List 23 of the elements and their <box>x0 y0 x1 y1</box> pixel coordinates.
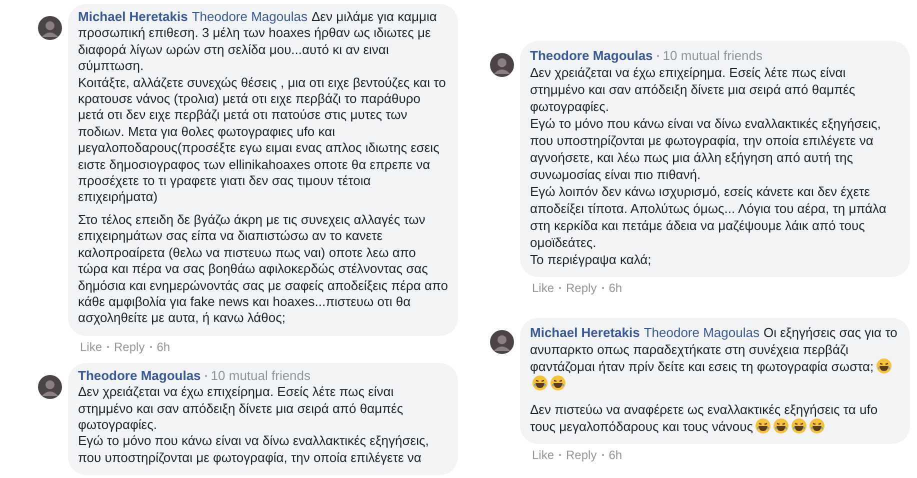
comment-text: Δεν πιστεύω να αναφέρετε ως εναλλακτικές εξηγήσεις τα ufo τους μεγαλοπόδαρους και τους νάνους <box>530 401 879 435</box>
mention-link[interactable]: Theodore Magoulas <box>644 325 760 340</box>
comment-action-link[interactable]: Like <box>80 338 102 355</box>
comment-text: Δεν χρειάζεται να έχω επιχείρημα. Εσείς λέτε πως είναι στημμένο και σαν απόδειξη δίνετε μια σειρά από θαμπές φωτογραφίες. Εγώ το μόνο που κάνω είναι να δίνω εναλλακτικές εξηγήσεις, που υποστηρίζονται με φωτογραφία, την οποία επιλέγετε να <box>78 384 430 466</box>
comment-action-link[interactable]: Reply <box>114 338 145 355</box>
mention-link[interactable]: Theodore Magoulas <box>192 9 308 24</box>
mutual-friends: 10 mutual friends <box>662 47 763 64</box>
author-link[interactable]: Theodore Magoulas <box>78 368 201 384</box>
comment-action-link[interactable]: Reply <box>566 280 597 296</box>
comment-time[interactable]: 6h <box>608 280 622 296</box>
comment-time[interactable]: 6h <box>608 447 622 463</box>
comment-text: Στο τέλος επειδη δε βγάζω άκρη με τις συνεχεις αλλαγές των επιχειρημάτων σας είπα να διαπιστώσω αν το κανετε καλοπροαίρετα (θελω να πιστευω πως ναι) οποτε λεω απο τώρα και πέρα να σας βοηθάω αφιλοκερδώς στέλνοντας σας δημόσια και ενημερώνοντάς σας με σαφείς αποδείξεις πέρα απο κάθε αμφιβολία για fake news και hoaxes...πιστευω οτι θα ασχοληθείτε με αυτα, ή κανω λάθος; <box>78 212 448 327</box>
comment-action-link[interactable]: Reply <box>566 447 597 463</box>
comment-time[interactable]: 6h <box>156 338 170 355</box>
author-link[interactable]: Michael Heretakis <box>530 325 640 340</box>
comment-action-link[interactable]: Like <box>532 280 554 296</box>
author-link[interactable]: Theodore Magoulas <box>530 47 653 64</box>
comment-action-link[interactable]: Like <box>532 447 554 463</box>
mutual-friends: 10 mutual friends <box>210 368 311 384</box>
author-link[interactable]: Michael Heretakis <box>78 9 188 24</box>
comment-text: Michael Heretakis Theodore Magoulas Δεν μιλάμε για καμμια προσωπική επιθεση. 3 μέλη των hoaxes ήρθαν ως ιδιωτες με διαφορά λίγων ωρών στη σελίδα μου...αυτό κι αν ειναι σύμπτωση. Κοιτάξτε, αλλάζετε συνεχώς θέσεις , μια οτι ειχε βεντούζες και το κρατουσε νάνος (τρολια) μετά οτι ειχε περβάζι το παράθυρο μετά οτι δεν ειχε περβάζι μετά οτι πατούσε στις μυτες των ποδιων. Μετα για θολες φωτογραφιες ufo και μεγαλοποδαρους(προσέξτε εγω ειμαι ενας απλος ιδιωτης εσεις ειστε δημοσιογραφος των ellinikahoaxes οποτε θα επρεπε να προσέχετε το τι γραφετε γιατι δεν σας τιμουν τέτοια επιχειρήματα) <box>78 9 447 206</box>
comment-text: Michael Heretakis Theodore Magoulas Οι εξηγήσεις σας για το ανυπαρκτο οπως παραδεχτήκατε στη συνέχεια περβάζι φαντάζομαι ήταν πρίν δείτε και εσεις τη φωτογραφία σωστα; <box>530 324 900 392</box>
comment-text: Δεν χρειάζεται να έχω επιχείρημα. Εσείς λέτε πως είναι στημμένο και σαν απόδειξη δίνετε μια σειρά από θαμπές φωτογραφίες. Εγώ το μόνο που κάνω είναι να δίνω εναλλακτικές εξηγήσεις, που υποστηρίζονται με φωτογραφία, την οποία επιλέγετε να αγνοήσετε, και λέω πως μια άλλη εξήγηση από αυτή της συνωμοσίας είναι πιο πιθανή. Εγώ λοιπόν δεν κάνω ισχυρισμό, εσείς κάνετε και δεν έχετε αποδείξει τίποτα. Απολύτως όμως... Λόγια του αέρα, τη μπάλα στη κερκίδα και πετάμε άδεια να μαζέψουμε λάικ από τους ομοϊδεάτες. Το περιέγραψα καλά; <box>530 64 888 268</box>
